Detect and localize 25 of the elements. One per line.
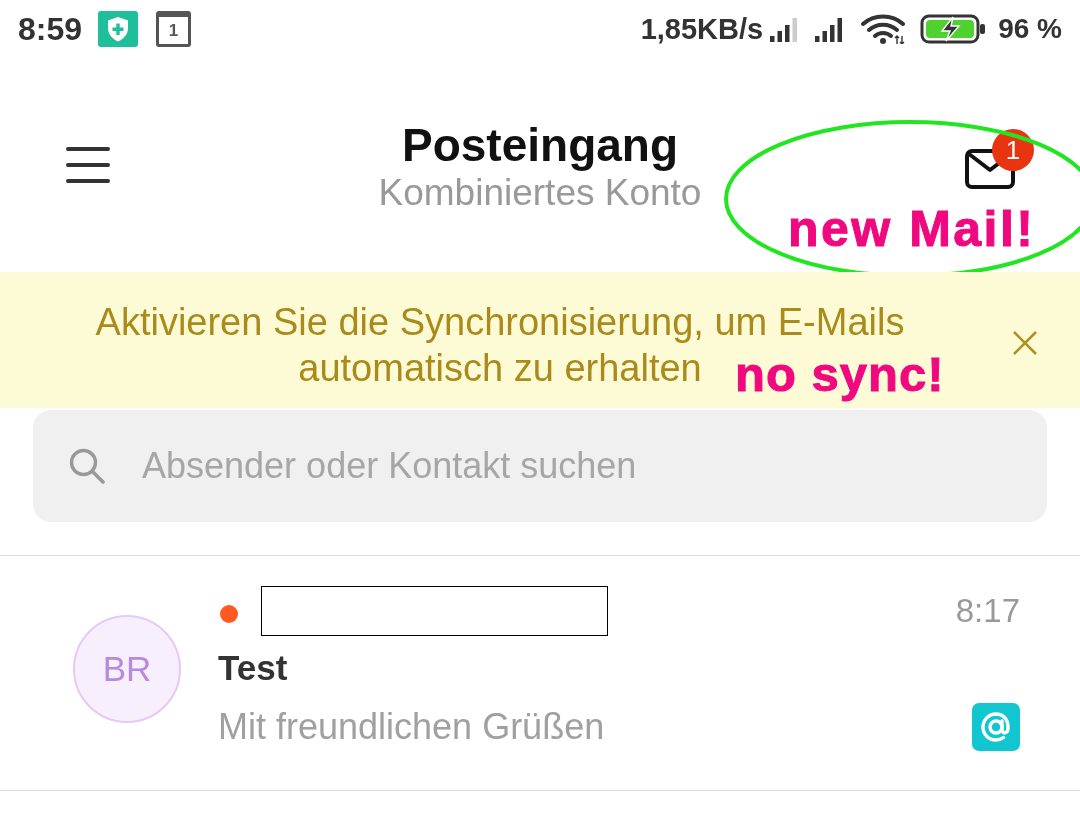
mail-time: 8:17	[955, 592, 1020, 630]
annotation-text: no sync!	[735, 350, 945, 399]
close-icon	[1012, 330, 1038, 356]
mail-list-item[interactable]: BR 8:17 Test Mit freundlichen Grüßen	[0, 556, 1080, 791]
battery-percentage: 96 %	[998, 13, 1062, 45]
inbox-title: Posteingang	[402, 119, 678, 171]
status-time: 8:59	[18, 10, 83, 48]
annotation-text: new Mail!	[788, 204, 1036, 254]
mail-subject: Test	[218, 648, 288, 688]
search-icon	[69, 448, 105, 484]
calendar-icon: 1	[156, 11, 192, 47]
sync-banner-message: automatisch zu erhalten	[298, 346, 702, 391]
shield-icon	[98, 11, 139, 47]
network-speed: 1,85KB/s	[640, 12, 764, 46]
avatar: BR	[73, 614, 181, 723]
close-button[interactable]	[1012, 330, 1038, 356]
search-field[interactable]: Absender oder Kontakt suchen	[33, 410, 1047, 522]
at-sign-icon	[972, 703, 1020, 751]
menu-icon	[66, 147, 110, 183]
battery-charging-icon	[920, 14, 987, 44]
wifi-icon	[861, 14, 906, 44]
mail-preview: Mit freundlichen Grüßen	[218, 706, 605, 748]
menu-button[interactable]	[66, 147, 110, 183]
account-subtitle: Kombiniertes Konto	[378, 171, 702, 215]
sync-banner-message: Aktivieren Sie die Synchronisierung, um E-Mails	[95, 300, 905, 345]
